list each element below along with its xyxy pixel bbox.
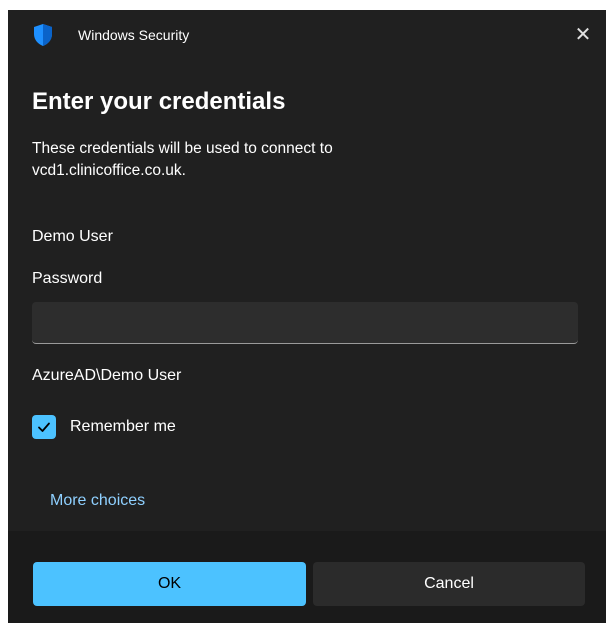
password-field[interactable]	[32, 302, 578, 344]
ok-button[interactable]: OK	[33, 562, 306, 606]
title-bar[interactable]: Windows Security ✕	[8, 10, 606, 58]
domain-user-label: AzureAD\Demo User	[32, 367, 182, 384]
remember-me-label: Remember me	[70, 418, 176, 435]
remember-me-checkbox[interactable]: Remember me	[32, 412, 176, 442]
dialog-footer: OK Cancel	[8, 531, 606, 623]
shield-icon	[32, 23, 54, 47]
close-icon: ✕	[574, 23, 592, 46]
password-label: Password	[32, 270, 103, 287]
user-name-label: Demo User	[32, 228, 113, 245]
dialog-description: These credentials will be used to connec…	[32, 140, 333, 179]
window-title: Windows Security	[78, 27, 190, 43]
cancel-button[interactable]: Cancel	[313, 562, 585, 606]
close-button[interactable]: ✕	[560, 10, 606, 58]
checkmark-icon[interactable]	[32, 415, 56, 439]
dialog-heading: Enter your credentials	[32, 88, 286, 115]
more-choices-link[interactable]: More choices	[50, 492, 145, 510]
credentials-dialog: Windows Security ✕ Enter your credential…	[8, 10, 606, 623]
